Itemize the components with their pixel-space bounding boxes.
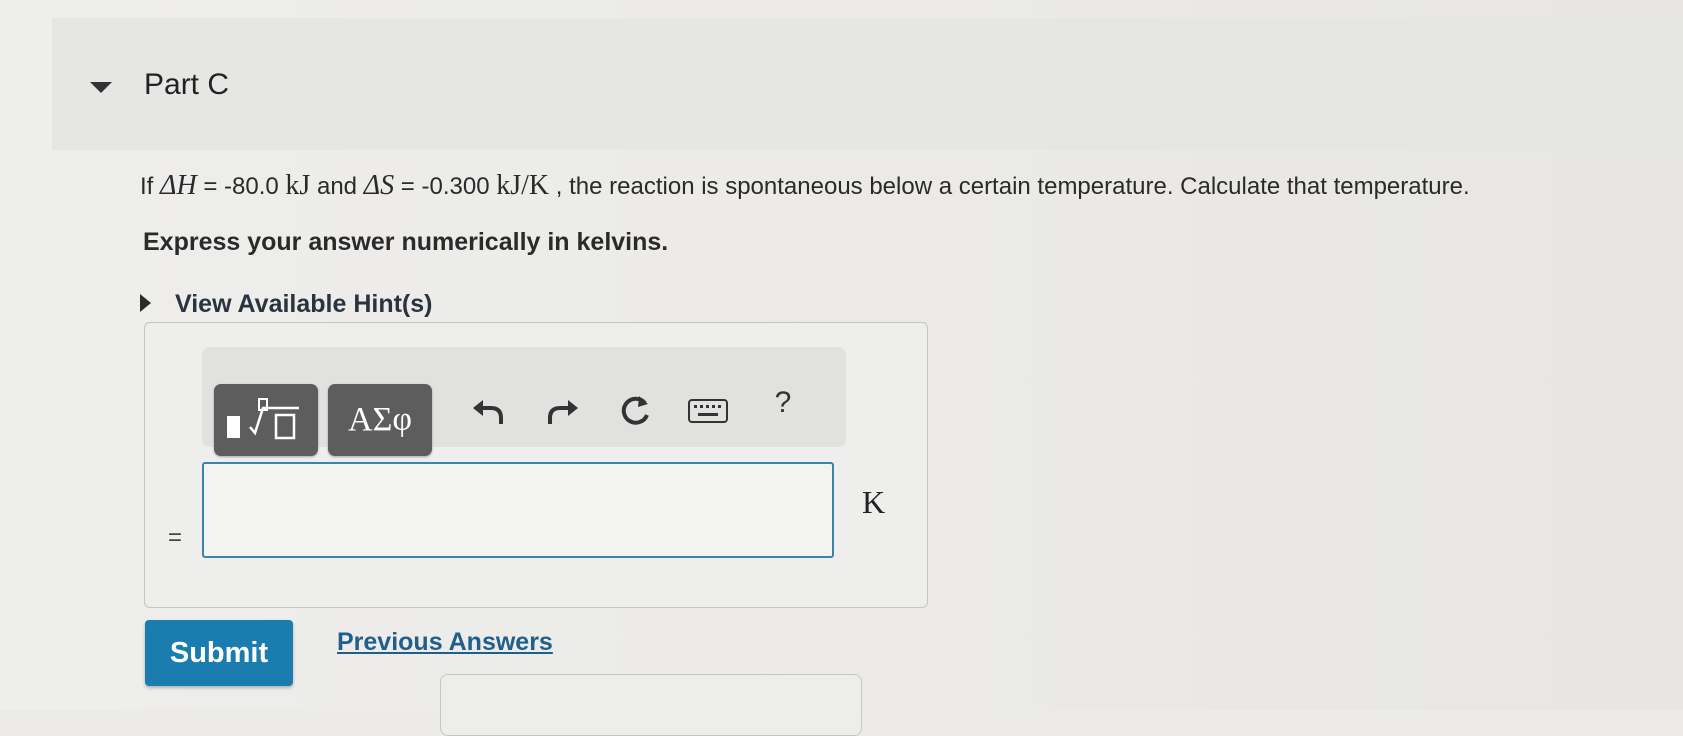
delta-h-unit: kJ — [285, 170, 311, 201]
answer-instruction: Express your answer numerically in kelvi… — [143, 228, 669, 256]
question-text: If ΔH = -80.0 kJ and ΔS = -0.300 kJ/K , … — [140, 170, 1470, 202]
templates-button[interactable] — [214, 384, 318, 456]
unit-label: K — [862, 484, 886, 520]
keyboard-icon[interactable] — [685, 388, 731, 434]
delta-s-unit: kJ/K — [496, 170, 550, 201]
delta-h-value: = -80.0 — [196, 173, 286, 200]
caret-down-icon[interactable] — [90, 82, 112, 93]
delta-h-symbol: ΔH — [160, 170, 197, 201]
question-prefix: If — [140, 173, 161, 200]
undo-icon[interactable] — [465, 388, 511, 434]
templates-icon — [227, 398, 299, 440]
part-title[interactable]: Part C — [144, 68, 229, 102]
view-hints-label: View Available Hint(s) — [175, 290, 433, 318]
submit-button[interactable]: Submit — [145, 620, 293, 686]
feedback-box — [440, 674, 862, 736]
view-hints-toggle[interactable]: View Available Hint(s) — [140, 290, 432, 319]
and-text: and — [310, 173, 364, 200]
redo-icon[interactable] — [540, 388, 586, 434]
question-suffix: , the reaction is spontaneous below a ce… — [549, 173, 1470, 200]
caret-right-icon — [140, 294, 151, 313]
help-icon[interactable]: ? — [760, 380, 806, 426]
answer-input[interactable] — [202, 462, 834, 558]
delta-s-symbol: ΔS — [363, 170, 395, 201]
reset-icon[interactable] — [612, 388, 658, 434]
previous-answers-link[interactable]: Previous Answers — [337, 628, 553, 657]
greek-symbols-button[interactable]: ΑΣφ — [328, 384, 432, 456]
part-header — [52, 18, 1683, 150]
equals-sign: = — [168, 524, 183, 551]
delta-s-value: = -0.300 — [394, 173, 497, 200]
